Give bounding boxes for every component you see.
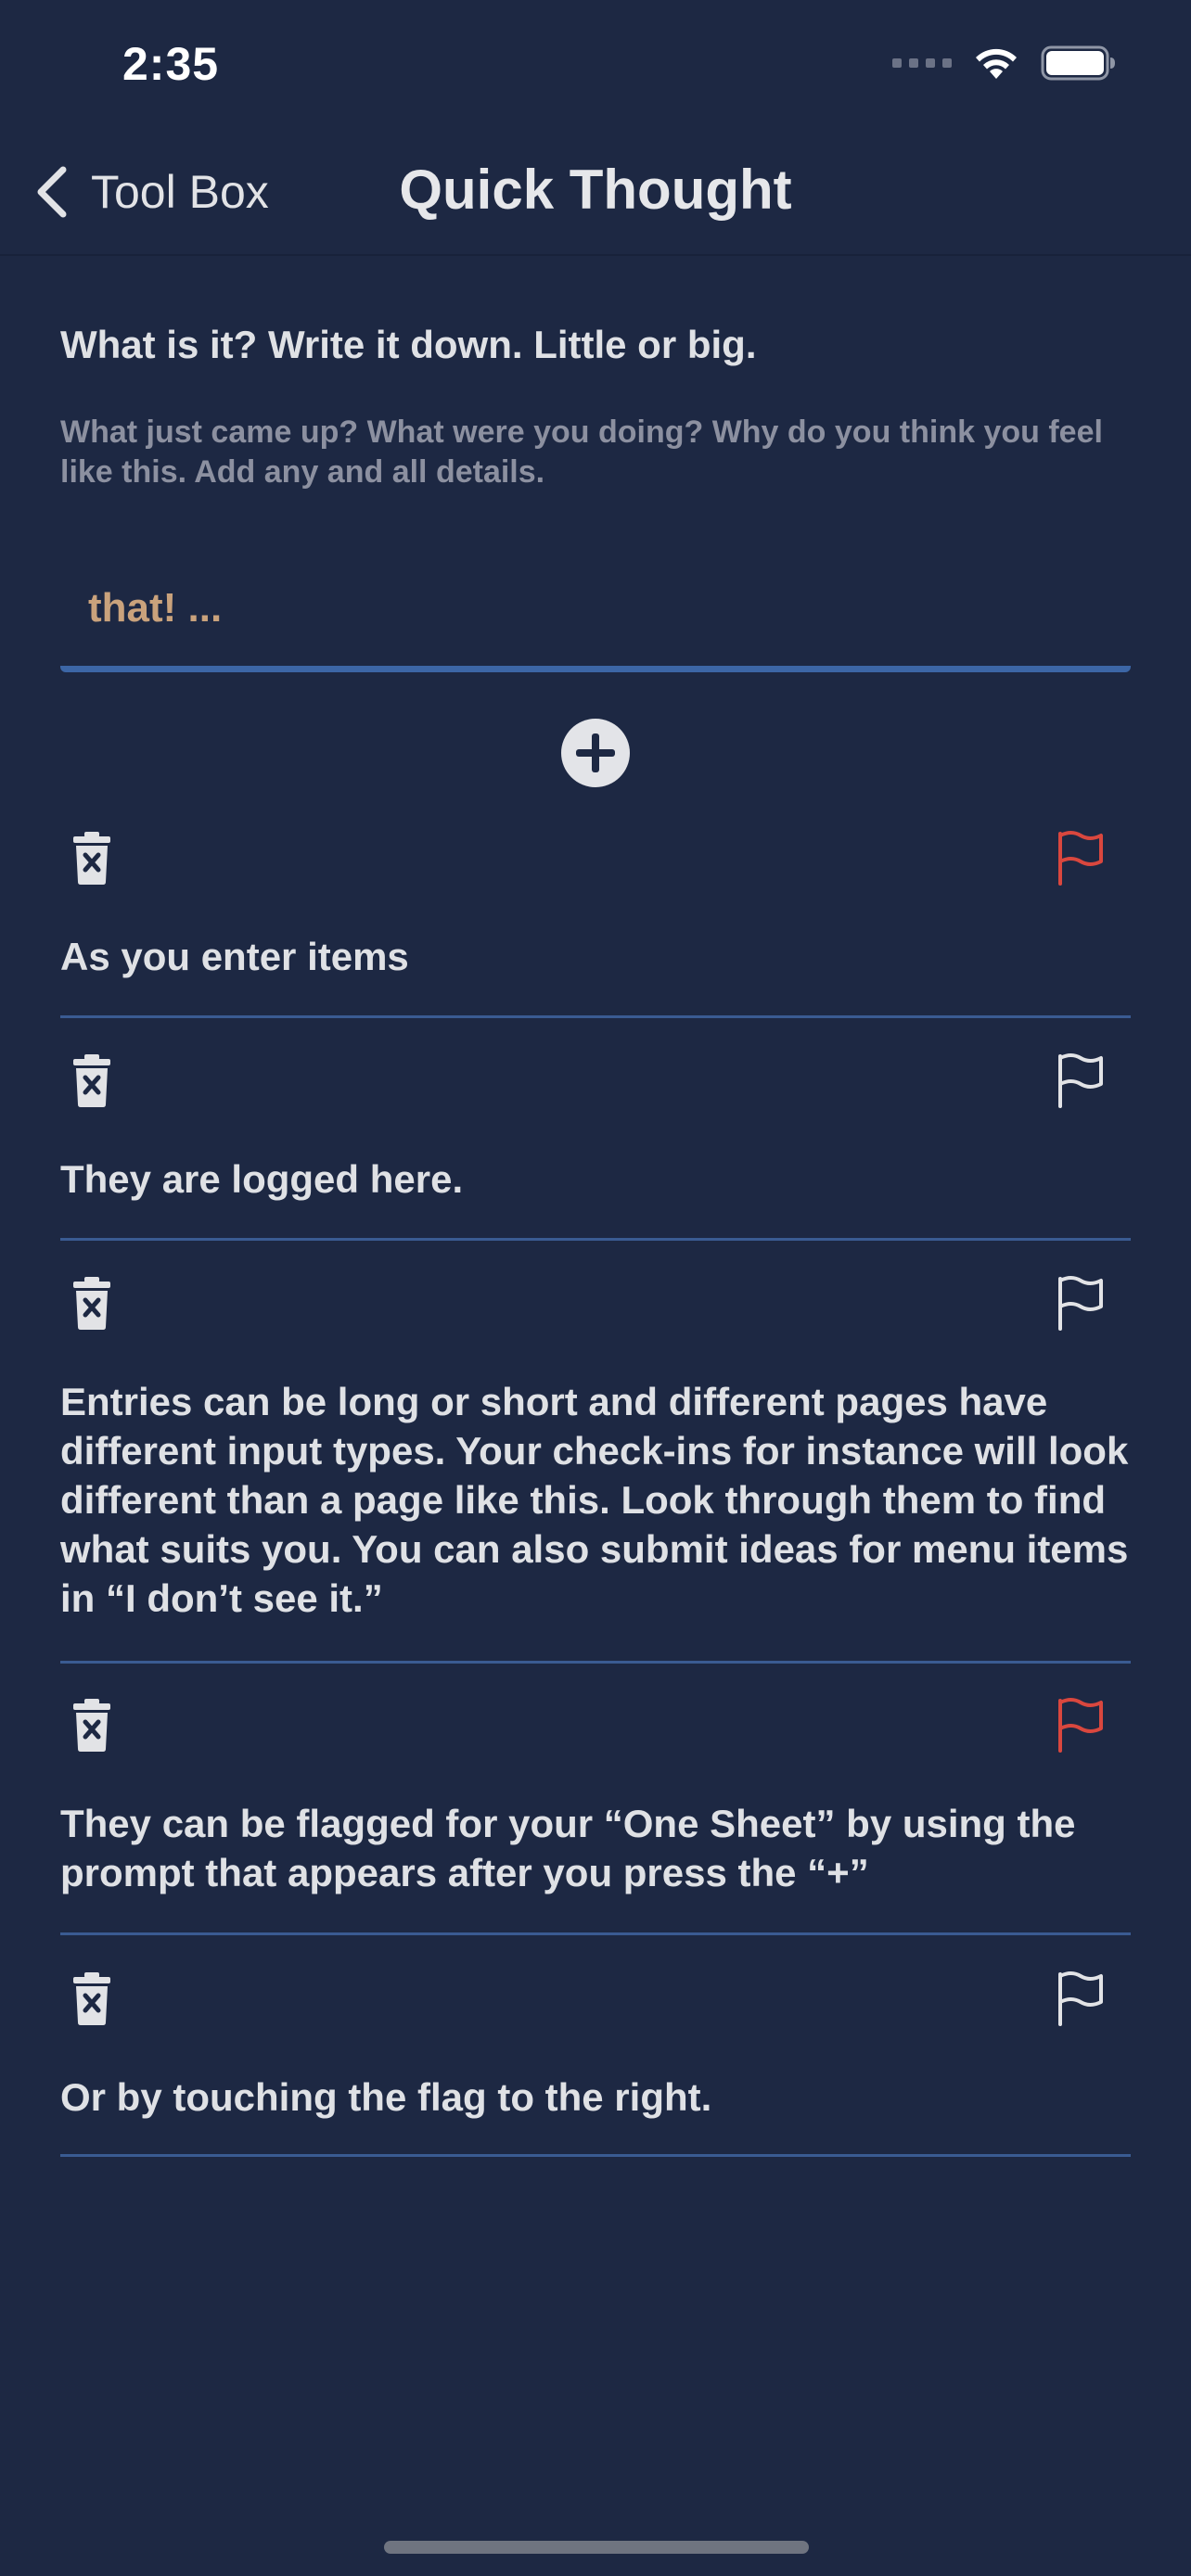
back-button[interactable]: Tool Box xyxy=(33,161,269,223)
back-button-label: Tool Box xyxy=(91,166,269,218)
cellular-signal-icon xyxy=(892,58,952,68)
battery-icon xyxy=(1041,45,1115,81)
entry-text: Entries can be long or short and differe… xyxy=(60,1380,1129,1620)
status-icons xyxy=(892,45,1117,82)
flag-icon[interactable] xyxy=(1057,1275,1105,1331)
list-item: Or by touching the flag to the right. xyxy=(60,1970,1131,2157)
entry-text: They can be flagged for your “One Sheet”… xyxy=(60,1802,1076,1894)
list-item: They are logged here. xyxy=(60,1052,1131,1241)
trash-icon[interactable] xyxy=(71,1052,112,1108)
list-item: As you enter items xyxy=(60,830,1131,1018)
prompt-subtext: What just came up? What were you doing? … xyxy=(60,414,1103,490)
flag-icon[interactable] xyxy=(1057,1970,1105,2026)
status-bar: 2:35 xyxy=(0,0,1191,130)
flag-icon[interactable] xyxy=(1057,1697,1105,1753)
add-entry-button[interactable] xyxy=(561,719,630,787)
navigation-bar: Quick Thought Tool Box xyxy=(0,130,1191,256)
flag-icon[interactable] xyxy=(1057,830,1105,886)
chevron-left-icon xyxy=(37,166,67,218)
trash-icon[interactable] xyxy=(71,830,112,886)
entry-text: Or by touching the flag to the right. xyxy=(60,2075,712,2119)
trash-icon[interactable] xyxy=(71,1697,112,1753)
entry-text: They are logged here. xyxy=(60,1157,464,1201)
trash-icon[interactable] xyxy=(71,1275,112,1331)
wifi-icon xyxy=(976,48,1017,79)
flag-icon[interactable] xyxy=(1057,1052,1105,1108)
prompt-heading: What is it? Write it down. Little or big… xyxy=(60,323,757,366)
status-time: 2:35 xyxy=(122,38,220,90)
trash-icon[interactable] xyxy=(71,1970,112,2026)
list-item: Entries can be long or short and differe… xyxy=(60,1275,1131,1664)
list-item: They can be flagged for your “One Sheet”… xyxy=(60,1697,1131,1935)
entry-input-container xyxy=(60,556,1131,672)
entry-text: As you enter items xyxy=(60,935,409,978)
home-indicator[interactable] xyxy=(384,2541,809,2554)
entry-input[interactable] xyxy=(60,556,1131,660)
